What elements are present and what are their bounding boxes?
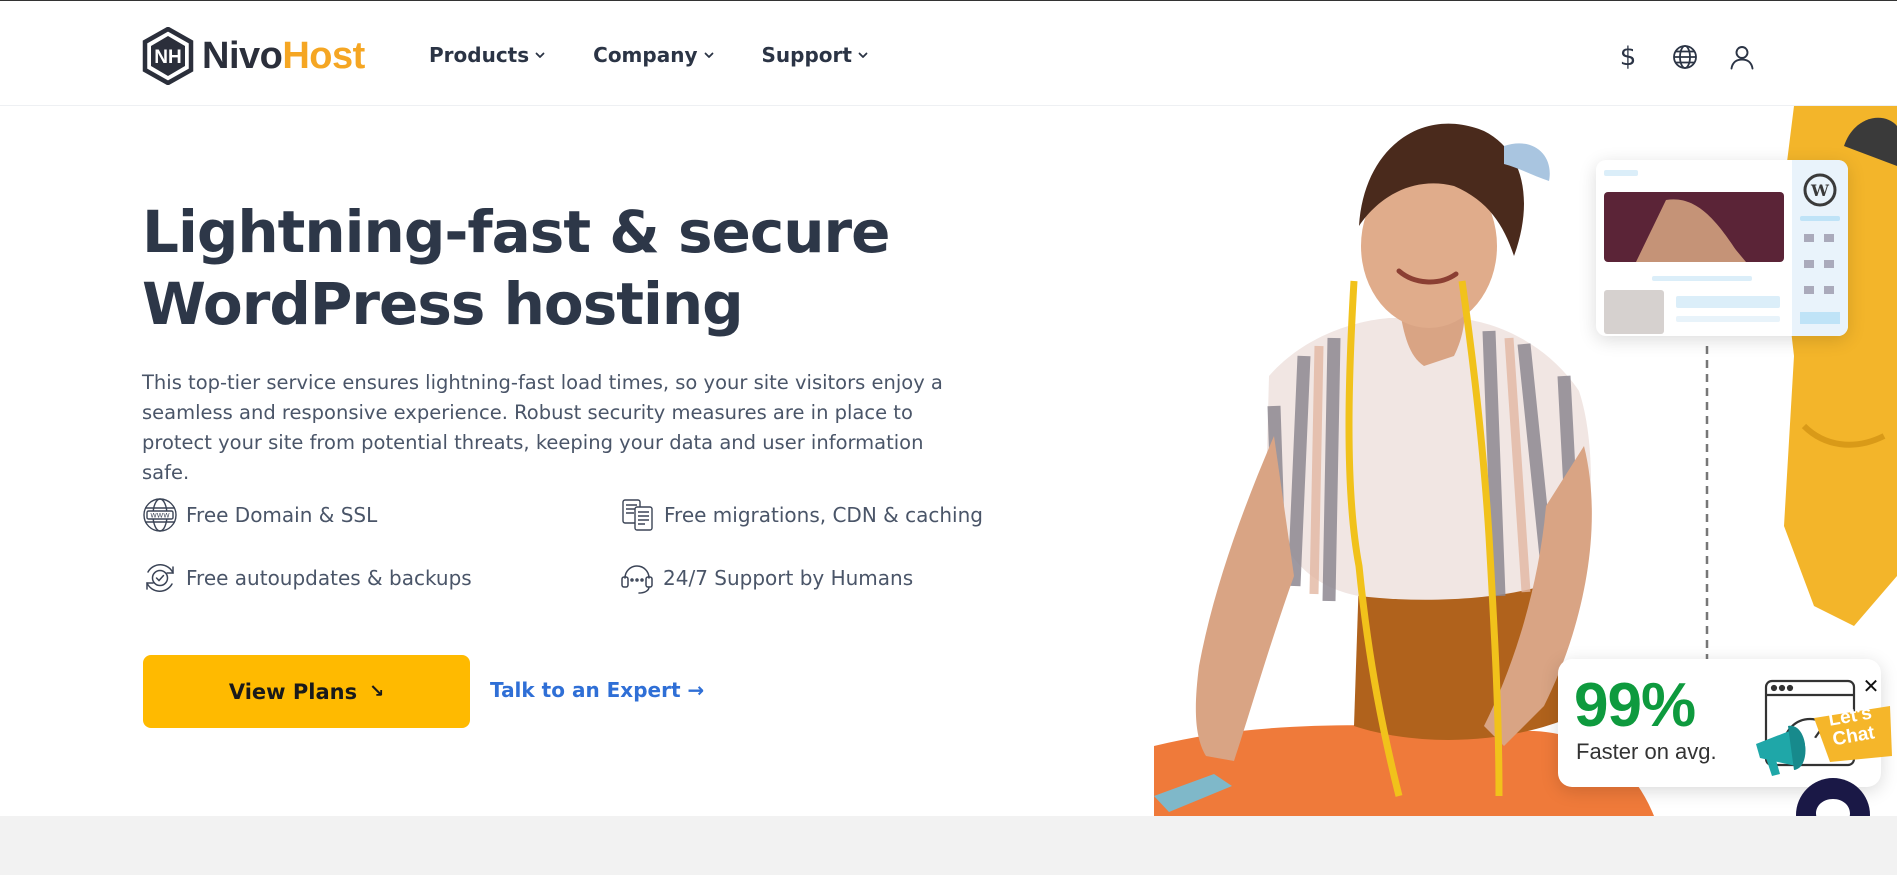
account-button[interactable] xyxy=(1726,41,1758,73)
www-globe-icon: WWW xyxy=(143,498,177,532)
arrow-down-right-icon: ↘ xyxy=(369,681,385,702)
chevron-down-icon xyxy=(858,52,868,58)
editor-mockup: W xyxy=(1604,160,1848,336)
logo-hexagon-icon: NH xyxy=(142,27,194,85)
chevron-down-icon xyxy=(704,52,713,58)
talk-to-expert-link[interactable]: Talk to an Expert → xyxy=(490,678,704,702)
svg-text:W: W xyxy=(1810,181,1830,200)
hero-title-line-1: Lightning-fast & secure xyxy=(142,198,890,266)
nav-support[interactable]: Support xyxy=(762,43,868,67)
nav-support-label: Support xyxy=(761,43,852,67)
logo-mark-letters: NH xyxy=(154,47,181,68)
wordpress-editor-preview: W xyxy=(1596,160,1848,336)
brand-name: NivoHost xyxy=(202,37,365,75)
language-button[interactable] xyxy=(1669,41,1701,73)
lets-chat-badge[interactable] xyxy=(1752,696,1892,786)
brand-name-primary: Nivo xyxy=(202,35,283,77)
brand-logo[interactable]: NH NivoHost xyxy=(142,27,365,85)
next-section-band xyxy=(0,816,1897,875)
feature-domain-ssl: WWW Free Domain & SSL xyxy=(142,497,377,533)
documents-icon xyxy=(622,499,653,531)
chevron-down-icon xyxy=(535,52,545,58)
globe-icon xyxy=(1673,45,1697,69)
stat-label: Faster on avg. xyxy=(1576,739,1717,764)
feature-migrations-label: Free migrations, CDN & caching xyxy=(664,503,983,527)
feature-migrations: Free migrations, CDN & caching xyxy=(620,497,983,533)
close-icon[interactable]: ✕ xyxy=(1860,675,1882,697)
feature-support-label: 24/7 Support by Humans xyxy=(663,566,914,590)
user-icon xyxy=(1730,46,1754,70)
hero-title-line-2: WordPress hosting xyxy=(142,270,744,338)
site-header: NH NivoHost Products Company Support $ xyxy=(0,1,1897,106)
hero-description: This top-tier service ensures lightning-… xyxy=(142,371,943,484)
hero-title: Lightning-fast & secure WordPress hostin… xyxy=(142,196,902,340)
view-plans-label: View Plans xyxy=(228,679,358,704)
main-nav: Products Company Support xyxy=(429,43,916,67)
dollar-icon: $ xyxy=(1619,42,1637,72)
feature-support: 24/7 Support by Humans xyxy=(619,560,913,596)
nav-products[interactable]: Products xyxy=(429,43,545,67)
nav-company-label: Company xyxy=(593,43,698,67)
view-plans-button[interactable]: View Plans ↘ xyxy=(143,655,470,728)
headset-icon xyxy=(621,565,653,594)
refresh-check-icon xyxy=(146,564,174,592)
nav-products-label: Products xyxy=(429,43,530,67)
nav-company[interactable]: Company xyxy=(593,43,713,67)
svg-text:WWW: WWW xyxy=(150,512,170,520)
currency-button[interactable]: $ xyxy=(1612,41,1644,73)
brand-name-accent: Host xyxy=(282,35,365,77)
stat-value: 99% xyxy=(1574,671,1696,740)
feature-autoupdates: Free autoupdates & backups xyxy=(142,560,472,596)
feature-domain-ssl-label: Free Domain & SSL xyxy=(186,503,378,527)
feature-autoupdates-label: Free autoupdates & backups xyxy=(186,566,472,590)
